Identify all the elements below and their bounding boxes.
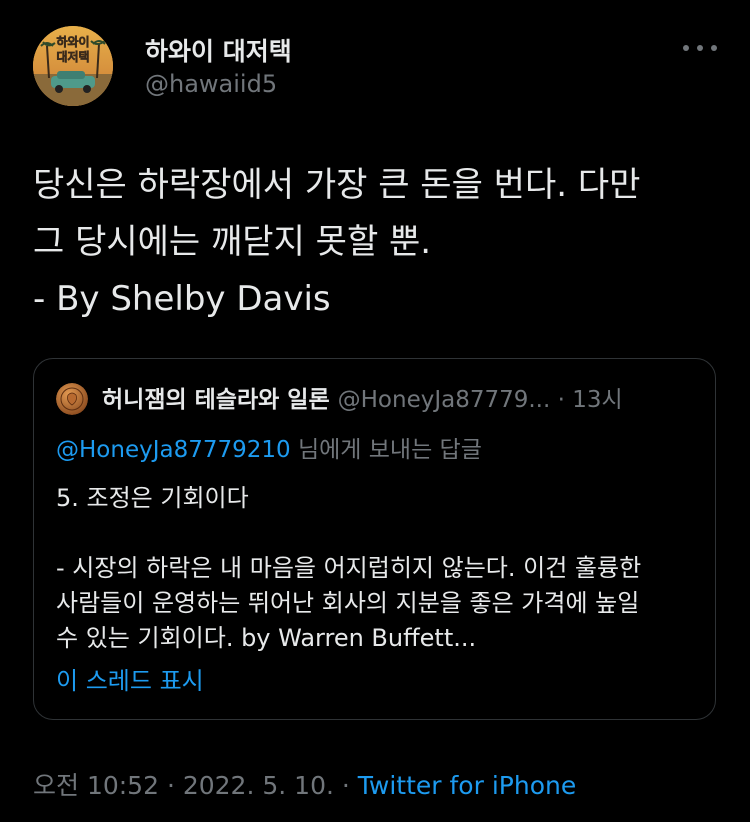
- avatar-logo-line2: 대저택: [56, 49, 89, 64]
- more-dot: [697, 45, 703, 51]
- author-handle[interactable]: @hawaiid5: [145, 70, 277, 98]
- more-dot: [711, 45, 717, 51]
- quoted-separator: ·: [557, 387, 565, 413]
- author-name[interactable]: 하와이 대저택: [145, 32, 292, 68]
- quoted-body-line: 사람들이 운영하는 뛰어난 회사의 지분을 좋은 가격에 높일: [56, 589, 640, 617]
- meta-separator: ·: [159, 771, 183, 800]
- tweet-source-link[interactable]: Twitter for iPhone: [358, 771, 576, 800]
- quoted-author-name[interactable]: 허니잼의 테슬라와 일론: [102, 387, 330, 413]
- quoted-body: 5. 조정은 기회이다 - 시장의 하락은 내 마음을 어지럽히지 않는다. 이…: [56, 481, 696, 656]
- reply-suffix: 님에게 보내는 답글: [290, 437, 482, 463]
- quoted-body-line: 5. 조정은 기회이다: [56, 484, 249, 512]
- reply-mention-link[interactable]: @HoneyJa87779210: [56, 437, 291, 463]
- quoted-body-line: [56, 516, 696, 551]
- more-dot: [683, 45, 689, 51]
- quoted-timestamp[interactable]: 13시: [572, 387, 622, 413]
- meta-separator: ·: [333, 771, 358, 800]
- tweet-line: 당신은 하락장에서 가장 큰 돈을 번다. 다만: [33, 165, 641, 205]
- tweet-meta: 오전 10:52 · 2022. 5. 10. · Twitter for iP…: [33, 770, 576, 802]
- quoted-header: 허니잼의 테슬라와 일론 @HoneyJa87779... · 13시: [102, 385, 623, 415]
- tweet-line: - By Shelby Davis: [33, 279, 331, 319]
- quoted-body-line: 수 있는 기회이다. by Warren Buffett...: [56, 624, 477, 652]
- replying-to: @HoneyJa87779210 님에게 보내는 답글: [56, 435, 482, 465]
- show-thread-link[interactable]: 이 스레드 표시: [56, 666, 204, 696]
- author-avatar[interactable]: 하와이 대저택: [33, 26, 113, 106]
- tweet-time[interactable]: 오전 10:52: [33, 771, 159, 800]
- more-horizontal-icon[interactable]: [683, 36, 717, 60]
- quoted-author-handle[interactable]: @HoneyJa87779...: [338, 387, 551, 413]
- avatar-logo-line1: 하와이: [56, 34, 89, 49]
- quoted-body-line: - 시장의 하락은 내 마음을 어지럽히지 않는다. 이건 훌륭한: [56, 554, 642, 582]
- quoted-tweet-card[interactable]: 허니잼의 테슬라와 일론 @HoneyJa87779... · 13시 @Hone…: [33, 358, 716, 720]
- tweet-text: 당신은 하락장에서 가장 큰 돈을 번다. 다만 그 당시에는 깨닫지 못할 뿐…: [33, 157, 723, 328]
- quoted-author-avatar[interactable]: [56, 383, 88, 415]
- tweet-date[interactable]: 2022. 5. 10.: [183, 771, 334, 800]
- tweet-line: 그 당시에는 깨닫지 못할 뿐.: [33, 222, 432, 262]
